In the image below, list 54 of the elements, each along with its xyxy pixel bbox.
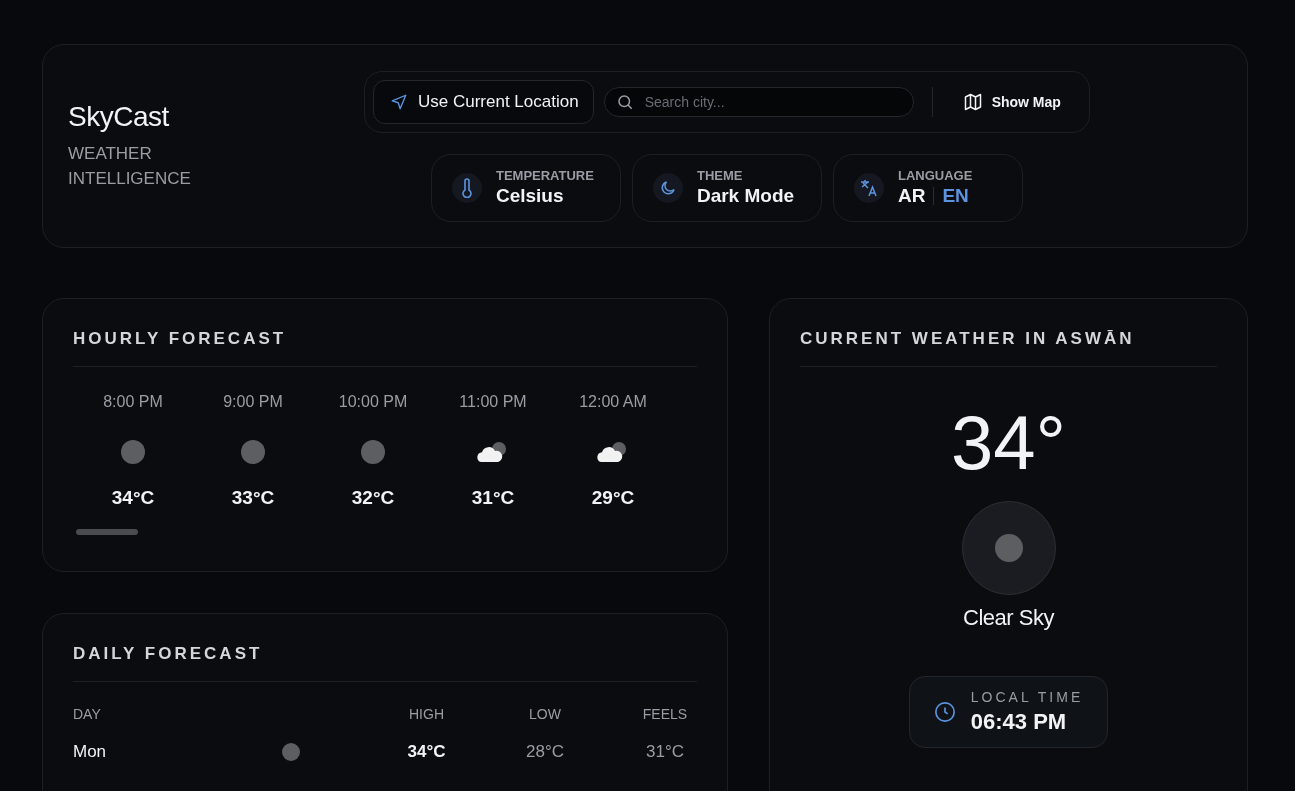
hour-temperature: 33°C [231, 487, 275, 509]
local-time-value: 06:43 PM [970, 709, 1068, 735]
navigation-arrow-icon [390, 92, 408, 111]
hour-time: 12:00 AM [579, 393, 647, 412]
local-time-label: LOCAL TIME [970, 689, 1084, 705]
hour-time: 8:00 PM [103, 393, 163, 412]
section-title: HOURLY FORECAST [73, 329, 697, 367]
hour-time: 10:00 PM [338, 393, 408, 412]
setting-card[interactable]: TEMPERATURE Celsius [430, 153, 621, 222]
clock-icon [933, 701, 956, 723]
setting-card[interactable]: THEME Dark Mode [631, 153, 822, 222]
setting-label: THEME [696, 168, 744, 183]
language-option[interactable]: EN [942, 185, 969, 207]
hour-time: 9:00 PM [223, 393, 283, 412]
search-field[interactable]: Search city... [603, 86, 914, 117]
hour-temperature: 34°C [111, 487, 155, 509]
day-cell-text: Mon [73, 742, 108, 762]
language-option[interactable]: AR [897, 185, 926, 207]
hour-temperature: 32°C [351, 487, 395, 509]
location-button[interactable]: Use Current Location [373, 79, 594, 124]
column-header: HIGH [408, 706, 445, 722]
setting-value: Dark Mode [696, 185, 795, 207]
cloud-icon [477, 440, 509, 464]
setting-label: TEMPERATURE [495, 168, 594, 183]
sun-icon [121, 440, 145, 464]
search-icon [615, 92, 634, 111]
sun-icon [361, 440, 385, 464]
sun-icon [241, 440, 265, 464]
high-cell-text: 34°C [406, 742, 447, 762]
low-cell-text: 28°C [525, 742, 565, 762]
hour-time: 11:00 PM [459, 393, 527, 412]
translate-icon [858, 177, 879, 198]
setting-label: LANGUAGE [897, 168, 973, 183]
section-title: DAILY FORECAST [73, 644, 697, 682]
show-map-button[interactable]: Show Map [950, 83, 1081, 120]
setting-card[interactable]: LANGUAGE AR EN [832, 153, 1023, 222]
hour-temperature: 29°C [591, 487, 635, 509]
sun-icon [281, 743, 300, 761]
app-title: SkyCast [68, 101, 170, 133]
setting-value: Celsius [495, 185, 565, 207]
weather-condition: Clear Sky [963, 605, 1054, 631]
section-title: CURRENT WEATHER IN ASWĀN [800, 329, 1217, 367]
column-header: DAY [73, 706, 102, 722]
feels-cell-text: 31°C [645, 742, 685, 762]
hour-temperature: 31°C [471, 487, 515, 509]
column-header: LOW [528, 706, 562, 722]
thermometer-icon [460, 177, 473, 198]
app-tagline: WEATHER INTELLIGENCE [68, 143, 192, 190]
column-header: FEELS [641, 706, 689, 722]
sun-icon [994, 534, 1023, 562]
scrollbar[interactable] [76, 529, 138, 535]
map-icon [962, 91, 983, 112]
current-temperature: 34° [951, 405, 1066, 481]
cloud-icon [597, 440, 629, 464]
